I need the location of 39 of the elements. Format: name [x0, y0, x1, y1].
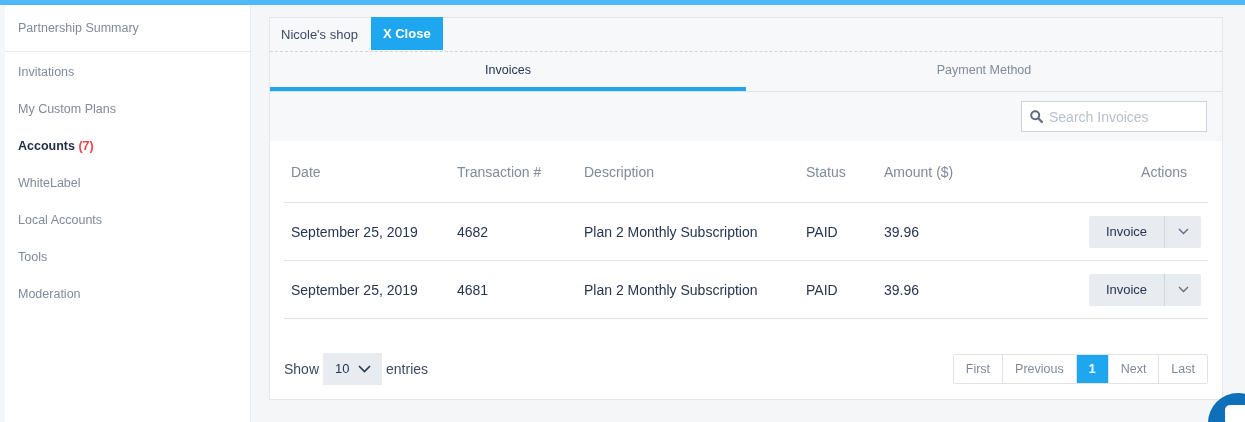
column-header: Description — [583, 163, 656, 180]
column-header: Transaction # — [456, 163, 543, 180]
table-cell-text: 4682 — [456, 223, 490, 240]
sidebar-item[interactable]: Tools — [5, 239, 250, 276]
chevron-down-icon — [1177, 228, 1189, 235]
tab[interactable]: Payment Method — [746, 52, 1222, 91]
table-cell-text: 4681 — [456, 281, 490, 298]
column-header: Amount ($) — [883, 163, 955, 180]
close-button[interactable]: X Close — [370, 17, 443, 50]
table-cell-text: PAID — [805, 223, 839, 240]
sidebar-item[interactable]: Local Accounts — [5, 202, 250, 239]
column-header: Status — [805, 163, 847, 180]
shop-name: Nicole's shop — [280, 26, 359, 44]
sidebar-item[interactable]: Invitations — [5, 54, 250, 91]
table-cell-text: Plan 2 Monthly Subscription — [583, 223, 759, 240]
sidebar-item[interactable]: My Custom Plans — [5, 91, 250, 128]
pagination-button[interactable]: Last — [1158, 354, 1207, 383]
sidebar-item[interactable]: Moderation — [5, 276, 250, 313]
table-cell-text: September 25, 2019 — [290, 223, 419, 240]
page-size-select[interactable]: 10 — [323, 352, 383, 385]
show-label: Show — [284, 360, 320, 377]
column-header: Actions — [1140, 163, 1188, 180]
pagination-button[interactable]: 1 — [1075, 354, 1108, 383]
chat-launcher-icon[interactable] — [1208, 393, 1245, 422]
table-cell-text: September 25, 2019 — [290, 281, 419, 298]
table-cell-text: 39.96 — [883, 223, 921, 240]
table-cell-text: PAID — [805, 281, 839, 298]
table-cell-text: 39.96 — [883, 281, 921, 298]
sidebar-item[interactable]: Accounts (7) — [5, 128, 250, 165]
table-cell-text: Plan 2 Monthly Subscription — [583, 281, 759, 298]
sidebar-item[interactable]: Partnership Summary — [5, 5, 250, 52]
invoice-button[interactable]: Invoice — [1089, 273, 1165, 306]
search-field[interactable]: Search Invoices — [1021, 101, 1207, 132]
sidebar-item[interactable]: WhiteLabel — [5, 165, 250, 202]
chevron-down-icon — [1177, 286, 1189, 293]
invoice-button[interactable]: Invoice — [1089, 215, 1165, 248]
entries-label: entries — [386, 360, 429, 377]
column-header: Date — [290, 163, 322, 180]
chevron-down-icon — [357, 364, 371, 373]
